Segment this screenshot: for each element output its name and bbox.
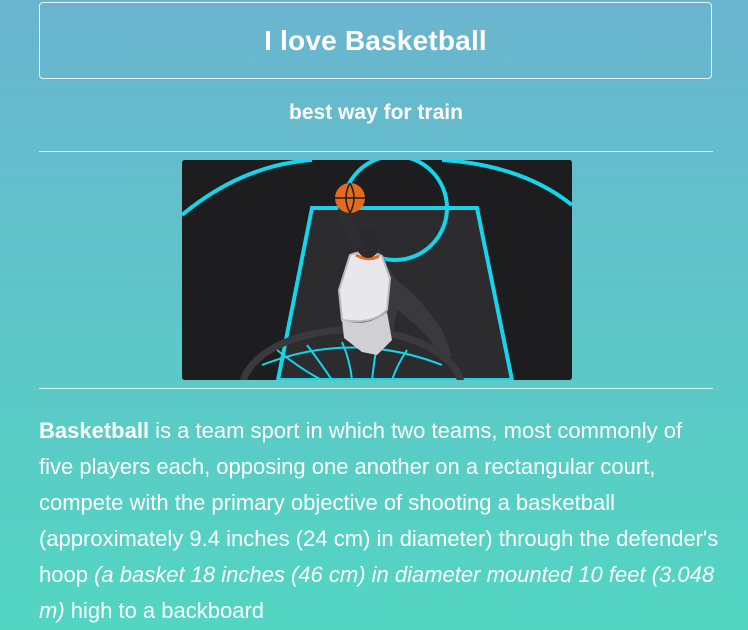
page-subtitle: best way for train [289, 101, 463, 124]
page-title: I love Basketball [264, 24, 487, 56]
title-box: I love Basketball [39, 2, 712, 79]
divider-top [39, 151, 713, 152]
article-text-2: high to a backboard [64, 598, 265, 623]
article-lead: Basketball [39, 418, 150, 443]
hero-image [182, 160, 572, 380]
article-paragraph: Basketball is a team sport in which two … [39, 413, 719, 629]
divider-bottom [39, 388, 713, 389]
basketball-player-dunk-icon [182, 160, 572, 380]
